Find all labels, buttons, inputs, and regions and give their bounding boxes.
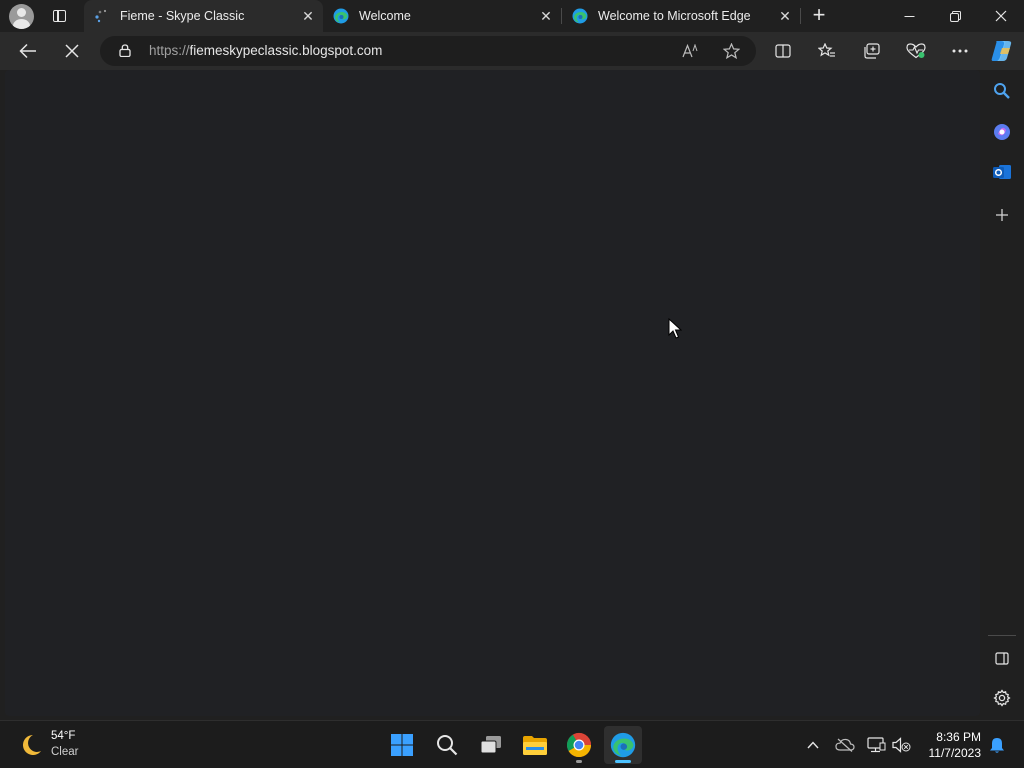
search-icon	[994, 83, 1010, 99]
favorites-button[interactable]	[812, 36, 842, 66]
sidebar-outlook-button[interactable]	[988, 158, 1016, 186]
title-bar: Fieme - Skype Classic ✕ Welcome ✕ Welcom…	[0, 0, 1024, 32]
moon-weather-icon[interactable]	[18, 732, 44, 758]
copilot-icon	[991, 41, 1012, 61]
url-scheme: https://	[149, 43, 190, 58]
minimize-icon	[904, 15, 914, 17]
tab-label: Welcome	[359, 9, 411, 23]
minimize-button[interactable]	[886, 0, 932, 32]
dots-loading-icon	[95, 9, 107, 23]
taskbar-search-button[interactable]	[428, 726, 466, 764]
url-host: fiemeskypeclassic.blogspot.com	[189, 43, 383, 58]
cloud-offline-icon	[835, 738, 855, 752]
tab-fieme-skype-classic[interactable]: Fieme - Skype Classic ✕	[84, 0, 323, 32]
show-hidden-icons-button[interactable]	[801, 733, 825, 757]
sidebar-settings-button[interactable]	[988, 684, 1016, 712]
restore-icon	[949, 10, 961, 22]
chrome-icon	[566, 732, 591, 758]
web-page-content[interactable]	[5, 70, 980, 716]
sidebar-divider	[988, 635, 1016, 636]
collections-button[interactable]	[857, 36, 887, 66]
speaker-muted-icon	[892, 737, 911, 753]
sidebar-add-button[interactable]	[988, 201, 1016, 229]
collections-icon	[864, 43, 880, 59]
gear-icon	[993, 689, 1011, 707]
task-view-button[interactable]	[472, 726, 510, 764]
tab-welcome[interactable]: Welcome ✕	[323, 0, 561, 32]
split-screen-button[interactable]	[768, 36, 798, 66]
favorite-star-icon[interactable]	[720, 41, 742, 61]
start-button[interactable]	[383, 726, 421, 764]
favorites-list-icon	[818, 43, 835, 57]
chrome-taskbar-button[interactable]	[560, 726, 598, 764]
copilot-sidebar-icon	[994, 124, 1010, 140]
address-bar[interactable]: https://fiemeskypeclassic.blogspot.com	[100, 36, 756, 66]
sidebar-copilot-button[interactable]	[988, 118, 1016, 146]
close-tab-icon[interactable]: ✕	[535, 5, 557, 27]
copilot-button[interactable]	[987, 36, 1017, 66]
mouse-cursor-icon	[668, 318, 682, 339]
plus-icon	[996, 209, 1008, 221]
tab-welcome-to-microsoft-edge[interactable]: Welcome to Microsoft Edge ✕	[562, 0, 800, 32]
edge-taskbar-button[interactable]	[604, 726, 642, 764]
windows-logo-icon	[391, 734, 413, 756]
edge-icon	[333, 8, 349, 24]
browser-essentials-button[interactable]	[901, 36, 931, 66]
edge-sidebar	[980, 70, 1024, 716]
active-app-indicator	[615, 760, 631, 763]
split-screen-icon	[775, 44, 791, 58]
volume-tray-button[interactable]	[890, 733, 914, 757]
restore-button[interactable]	[932, 0, 978, 32]
sidebar-panel-icon	[995, 651, 1009, 665]
tab-divider	[800, 8, 801, 24]
hide-sidebar-button[interactable]	[988, 644, 1016, 672]
close-icon	[995, 10, 1007, 22]
notification-bell-icon	[990, 737, 1004, 753]
back-arrow-icon	[19, 43, 36, 59]
close-tab-icon[interactable]: ✕	[774, 5, 796, 27]
tab-actions-icon[interactable]	[48, 6, 70, 26]
read-aloud-icon[interactable]	[680, 41, 702, 61]
stop-loading-button[interactable]	[57, 36, 87, 66]
back-button[interactable]	[13, 36, 43, 66]
url-text[interactable]: https://fiemeskypeclassic.blogspot.com	[149, 43, 382, 58]
folder-icon	[523, 736, 547, 755]
outlook-icon	[993, 165, 1011, 179]
running-indicator	[576, 760, 582, 763]
profile-avatar-icon[interactable]	[9, 4, 34, 29]
close-tab-icon[interactable]: ✕	[297, 5, 319, 27]
notifications-button[interactable]	[985, 733, 1009, 757]
file-explorer-button[interactable]	[516, 726, 554, 764]
windows-taskbar: 54°F Clear 8:36 PM 11/7/2023	[0, 720, 1024, 768]
edge-icon	[572, 8, 588, 24]
onedrive-tray-button[interactable]	[833, 733, 857, 757]
clock-time: 8:36 PM	[936, 730, 981, 744]
weather-temperature[interactable]: 54°F	[51, 730, 75, 742]
network-icon	[867, 737, 886, 753]
more-dots-icon	[952, 49, 968, 53]
tab-label: Fieme - Skype Classic	[120, 9, 245, 23]
chevron-up-icon	[807, 741, 819, 749]
task-view-icon	[480, 736, 501, 754]
heart-pulse-icon	[906, 43, 926, 59]
settings-more-button[interactable]	[945, 36, 975, 66]
tab-label: Welcome to Microsoft Edge	[598, 9, 751, 23]
network-tray-button[interactable]	[864, 733, 888, 757]
close-window-button[interactable]	[978, 0, 1024, 32]
clock-date: 11/7/2023	[928, 746, 982, 760]
taskbar-clock[interactable]: 8:36 PM 11/7/2023	[929, 729, 982, 761]
weather-condition[interactable]: Clear	[51, 746, 78, 758]
stop-x-icon	[65, 44, 79, 58]
search-icon	[437, 735, 458, 756]
new-tab-button[interactable]: +	[806, 4, 832, 28]
edge-icon	[610, 732, 636, 758]
lock-icon[interactable]	[119, 44, 131, 57]
browser-toolbar: https://fiemeskypeclassic.blogspot.com	[0, 32, 1024, 70]
sidebar-search-button[interactable]	[988, 77, 1016, 105]
